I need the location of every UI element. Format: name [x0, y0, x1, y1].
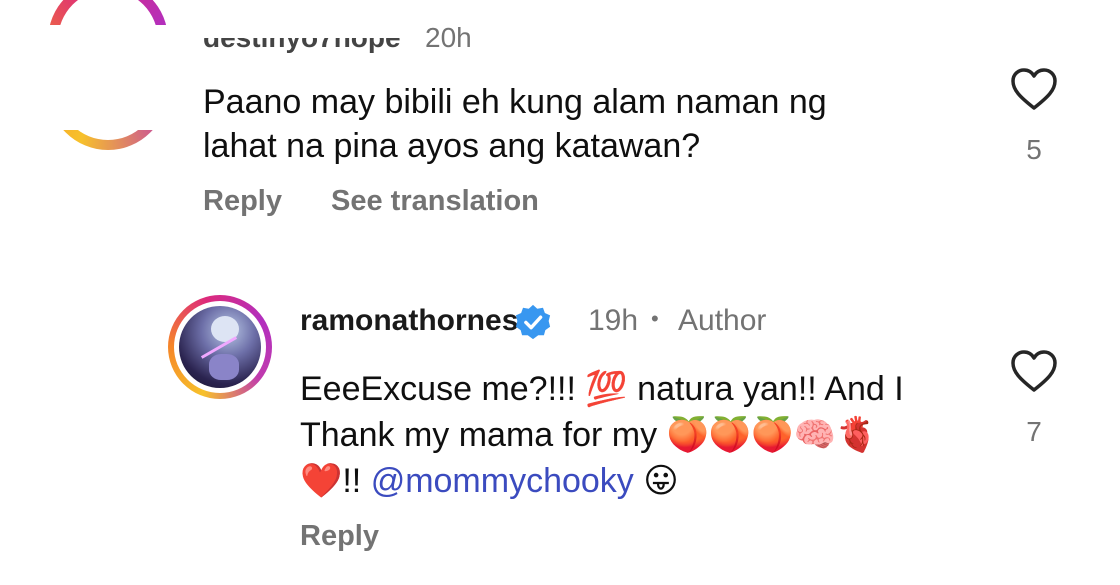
comment-text: Paano may bibili eh kung alam naman ng l…: [203, 83, 827, 165]
like-count: 5: [1026, 134, 1042, 165]
avatar[interactable]: [168, 295, 272, 399]
mention-link[interactable]: @mommychooky: [371, 462, 634, 500]
emoji-group: 🍑🍑🍑🧠🫀: [666, 415, 879, 455]
heart-outline-icon[interactable]: [1010, 349, 1058, 393]
reply-button[interactable]: Reply: [203, 185, 282, 218]
comment-2: ramonathornes 19h • Author EeeExcuse me?…: [0, 280, 1120, 585]
timestamp: 20h: [425, 22, 472, 53]
comment-text: EeeExcuse me?!!! 💯 natura yan!! And I Th…: [300, 369, 904, 501]
red-heart-emoji: ❤️: [300, 461, 343, 501]
heart-outline-icon[interactable]: [1010, 67, 1058, 111]
see-translation-button[interactable]: See translation: [331, 185, 539, 218]
hundred-points-emoji: 💯: [585, 369, 628, 409]
username[interactable]: destinyo7hope: [203, 38, 401, 54]
tongue-emoji: 😛: [643, 461, 679, 501]
reply-button[interactable]: Reply: [300, 520, 379, 553]
verified-badge-icon: [515, 304, 551, 340]
author-label: Author: [678, 304, 767, 337]
like-count: 7: [1026, 416, 1042, 447]
separator: •: [651, 306, 659, 331]
username[interactable]: ramonathornes: [300, 304, 518, 338]
timestamp: 19h: [588, 304, 639, 337]
comment-1: destinyo7hope 20h Paano may bibili eh ku…: [0, 0, 1120, 235]
